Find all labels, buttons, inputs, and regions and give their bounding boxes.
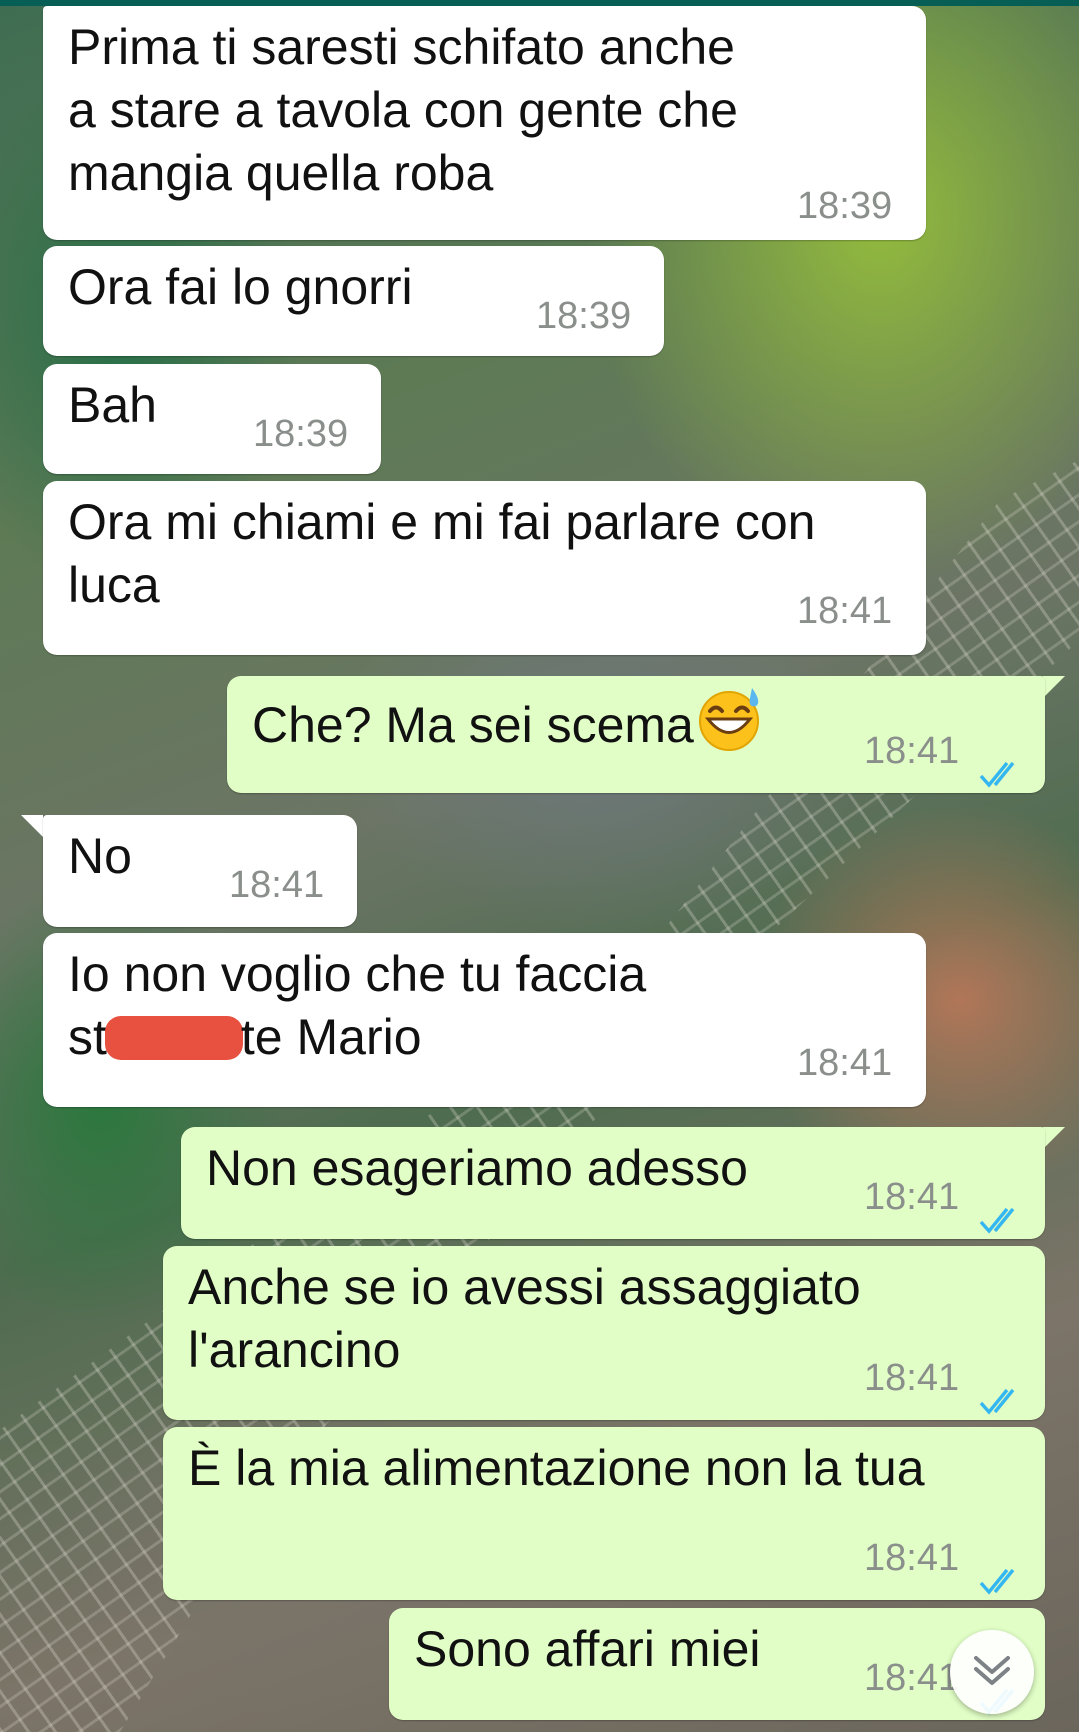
message-incoming[interactable]: No 18:41 [43,815,357,927]
scroll-to-bottom-button[interactable] [950,1630,1034,1714]
message-incoming[interactable]: Io non voglio che tu faccia st te Mario 1… [43,933,926,1107]
message-text-line: Prima ti saresti schifato anche [68,19,735,75]
message-time: 18:41 [229,864,325,906]
message-text-line: a stare a tavola con gente che [68,82,738,138]
read-receipt-icon [979,1186,1023,1234]
message-text-line: Ora mi chiami e mi fai parlare con [68,494,816,550]
message-text-line: Io non voglio che tu faccia [68,946,647,1002]
message-text-fragment: st [68,1009,107,1065]
message-text-line: st te Mario [68,1006,900,1069]
message-text-line: Anche se io avessi assaggiato [188,1259,861,1315]
message-time: 18:41 [864,1537,960,1579]
message-outgoing[interactable]: È la mia alimentazione non la tua 18:41 [163,1427,1045,1600]
bubble-tail [1043,676,1065,698]
message-time: 18:41 [864,1357,960,1399]
message-text-fragment: te Mario [240,1009,422,1065]
double-chevron-down-icon [972,1652,1012,1693]
message-time: 18:39 [536,295,632,337]
message-incoming[interactable]: Prima ti saresti schifato anche a stare … [43,6,926,240]
message-outgoing[interactable]: Anche se io avessi assaggiato l'arancino… [163,1246,1045,1420]
message-time: 18:41 [864,1176,960,1218]
read-receipt-icon [979,1367,1023,1415]
message-time: 18:39 [797,185,893,227]
message-time: 18:39 [253,413,349,455]
message-outgoing[interactable]: Non esageriamo adesso 18:41 [181,1127,1045,1239]
message-text: È la mia alimentazione non la tua [188,1440,925,1496]
message-time: 18:41 [797,1042,893,1084]
read-receipt-icon [979,740,1023,788]
redaction-mark [104,1016,243,1060]
message-text: Che? Ma sei scema [252,697,694,753]
bubble-tail [21,815,43,837]
message-incoming[interactable]: Ora fai lo gnorri 18:39 [43,246,664,356]
message-outgoing[interactable]: Che? Ma sei scema 18:41 [227,676,1045,793]
message-time: 18:41 [864,1657,960,1699]
read-receipt-icon [979,1547,1023,1595]
message-time: 18:41 [797,590,893,632]
message-time: 18:41 [864,730,960,772]
grinning-face-with-sweat-icon [696,686,762,767]
bubble-tail [1043,1127,1065,1149]
message-incoming[interactable]: Bah 18:39 [43,364,381,474]
message-text-line: mangia quella roba [68,145,494,201]
message-outgoing[interactable]: Sono affari miei 18:41 [389,1608,1045,1720]
message-text-line: luca [68,557,160,613]
message-incoming[interactable]: Ora mi chiami e mi fai parlare con luca … [43,481,926,655]
